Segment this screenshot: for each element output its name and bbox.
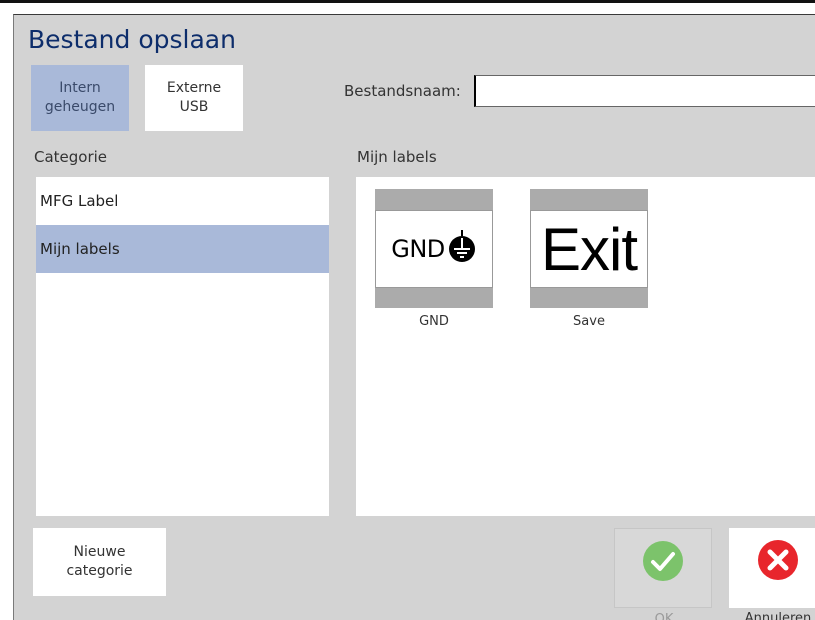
category-header: Categorie xyxy=(34,148,108,166)
label-thumbnail: Exit xyxy=(530,189,648,308)
category-item-mfg-label[interactable]: MFG Label xyxy=(36,177,329,225)
ok-label: OK xyxy=(654,612,674,620)
cancel-button[interactable]: Annuleren xyxy=(729,528,815,620)
label-preview-text: Exit xyxy=(540,215,638,283)
label-preview-text: GND xyxy=(391,235,445,263)
ground-symbol-icon xyxy=(447,230,477,268)
external-usb-button[interactable]: Externe USB xyxy=(145,65,243,131)
cancel-label: Annuleren xyxy=(744,611,812,620)
label-library-panel: GND GND Exit Save xyxy=(356,177,815,516)
close-icon xyxy=(756,538,800,586)
library-header: Mijn labels xyxy=(357,148,437,166)
category-item-mijn-labels[interactable]: Mijn labels xyxy=(36,225,329,273)
top-border-line xyxy=(0,0,815,3)
new-category-button[interactable]: Nieuwe categorie xyxy=(33,528,166,596)
label-preview: Exit xyxy=(530,210,648,288)
dialog-title: Bestand opslaan xyxy=(28,25,236,54)
ok-button[interactable]: OK xyxy=(614,528,712,620)
label-name: Save xyxy=(573,314,605,329)
label-thumbnail: GND xyxy=(375,189,493,308)
internal-memory-button[interactable]: Intern geheugen xyxy=(31,65,129,131)
save-file-dialog: Bestand opslaan Intern geheugen Externe … xyxy=(13,14,815,620)
filename-label: Bestandsnaam: xyxy=(344,82,461,100)
checkmark-icon xyxy=(641,539,685,587)
filename-input[interactable] xyxy=(474,75,815,107)
label-preview: GND xyxy=(375,210,493,288)
label-name: GND xyxy=(419,314,449,329)
category-list: MFG Label Mijn labels xyxy=(36,177,329,516)
